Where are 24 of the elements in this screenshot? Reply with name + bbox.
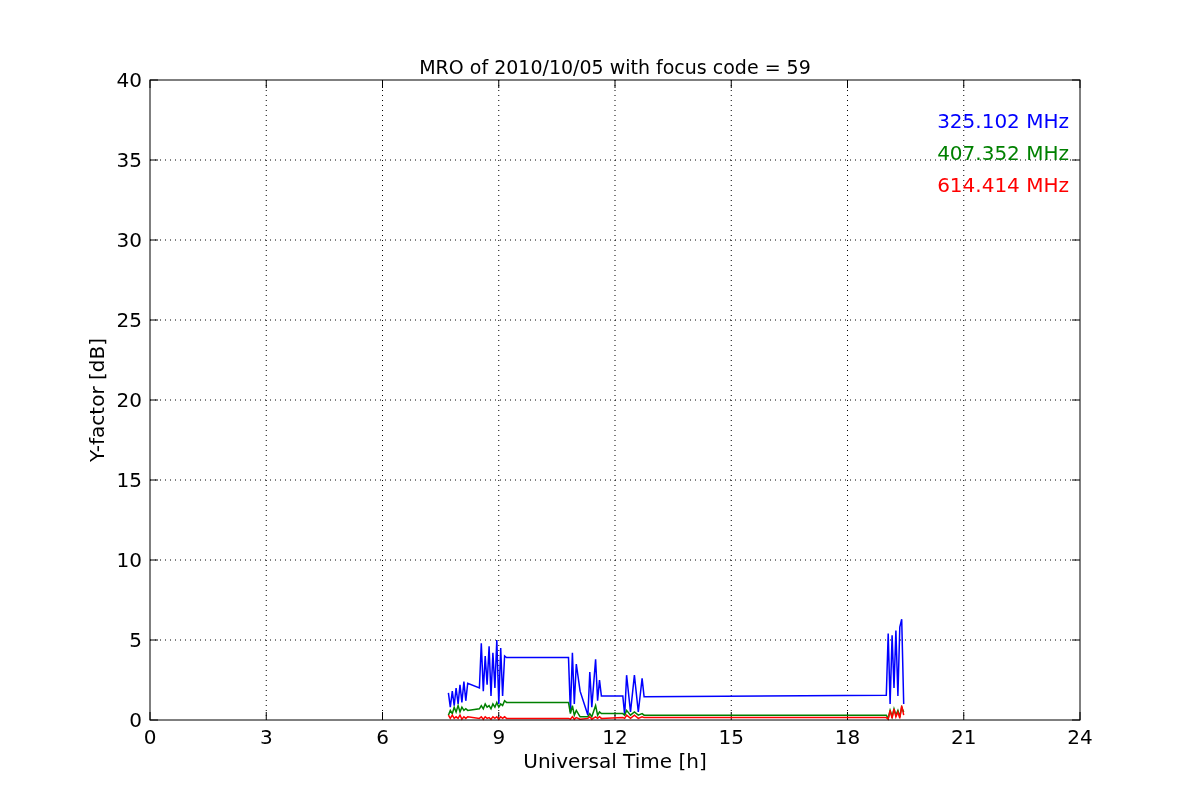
y-tick-label: 20 <box>116 388 142 412</box>
y-tick-label: 5 <box>129 628 142 652</box>
legend-label: 614.414 MHz <box>937 173 1069 197</box>
x-tick-label: 9 <box>492 725 506 749</box>
chart-title: MRO of 2010/10/05 with focus code = 59 <box>419 56 811 78</box>
y-tick-label: 35 <box>116 148 142 172</box>
y-axis-label: Y-factor [dB] <box>85 338 109 462</box>
x-tick-label: 24 <box>1067 725 1093 749</box>
y-tick-label: 15 <box>116 468 142 492</box>
y-tick-label: 40 <box>116 68 142 92</box>
x-tick-label: 0 <box>143 725 157 749</box>
x-tick-label: 6 <box>376 725 389 749</box>
x-tick-label: 12 <box>602 725 628 749</box>
x-tick-label: 18 <box>834 725 861 749</box>
x-tick-label: 3 <box>259 725 273 749</box>
legend-label: 325.102 MHz <box>937 109 1069 133</box>
legend-label: 407.352 MHz <box>937 141 1069 165</box>
y-tick-label: 30 <box>116 228 142 252</box>
x-axis-label: Universal Time [h] <box>523 749 707 773</box>
x-tick-label: 15 <box>718 725 744 749</box>
x-tick-label: 21 <box>951 725 977 749</box>
y-tick-label: 25 <box>116 308 142 332</box>
y-tick-label: 10 <box>116 548 142 572</box>
y-tick-label: 0 <box>129 708 142 732</box>
